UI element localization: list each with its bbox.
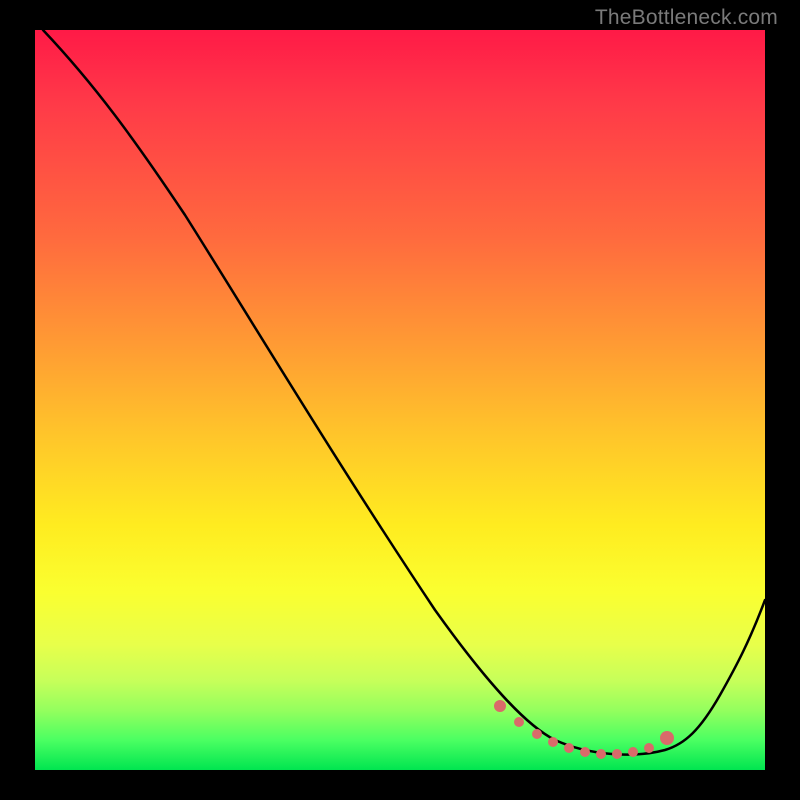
watermark-text: TheBottleneck.com <box>595 6 778 30</box>
chart-frame: TheBottleneck.com <box>0 0 800 800</box>
plot-area <box>35 30 765 770</box>
curve-svg <box>35 30 765 770</box>
bottleneck-curve-path <box>43 30 765 755</box>
highlight-dots-group <box>494 700 674 759</box>
